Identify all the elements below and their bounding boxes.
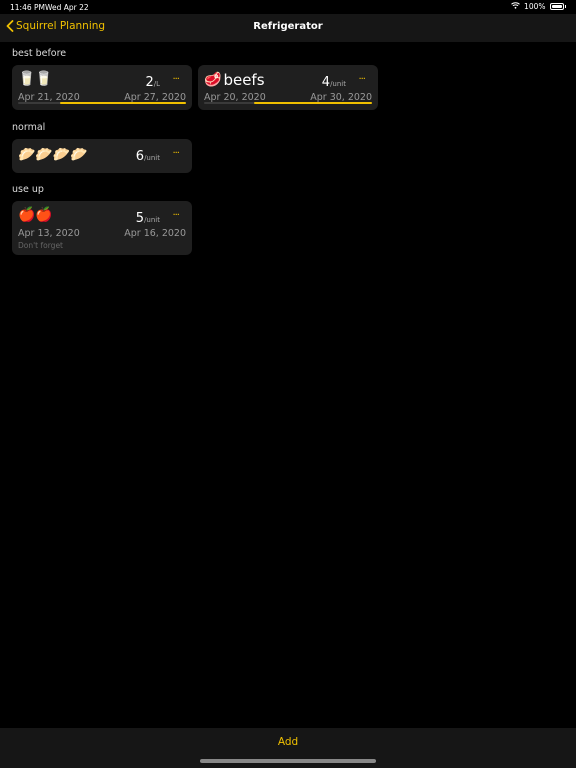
- quantity-unit: /unit: [144, 154, 160, 162]
- add-button[interactable]: Add: [0, 736, 576, 748]
- item-emoji: 🥩: [204, 72, 222, 88]
- quantity-unit: /unit: [330, 80, 346, 88]
- more-button[interactable]: ···: [172, 148, 179, 159]
- start-date: Apr 13, 2020: [18, 228, 80, 239]
- apple-icon: 🍎🍎: [18, 207, 53, 223]
- item-quantity: 2/L: [145, 75, 160, 90]
- nav-bar: Squirrel Planning Refrigerator: [0, 14, 576, 42]
- status-date: Wed Apr 22: [45, 3, 89, 12]
- item-card-milk[interactable]: 🥛🥛 2/L ··· Apr 21, 2020 Apr 27, 2020: [12, 65, 192, 110]
- milk-icon: 🥛🥛: [18, 71, 53, 87]
- quantity-value: 2: [145, 75, 154, 90]
- item-card-dumplings[interactable]: 🥟🥟🥟🥟 6/unit ···: [12, 139, 192, 173]
- expiry-progress-track: [204, 102, 372, 104]
- more-button[interactable]: ···: [172, 74, 179, 85]
- battery-percent: 100%: [524, 2, 546, 11]
- section-label-use-up: use up: [12, 184, 44, 195]
- expiry-progress-fill: [60, 102, 186, 104]
- item-note: Don't forget: [18, 241, 63, 250]
- meat-icon: 🥩 beefs: [204, 71, 265, 89]
- status-time: 11:46 PM: [10, 3, 45, 12]
- expiry-progress-track: [18, 102, 186, 104]
- quantity-value: 6: [135, 149, 145, 164]
- expiry-progress-fill: [254, 102, 372, 104]
- item-quantity: 4/unit: [322, 75, 346, 90]
- dumpling-icon: 🥟🥟🥟🥟: [18, 147, 88, 163]
- item-card-apples[interactable]: 🍎🍎 5/unit ··· Apr 13, 2020 Apr 16, 2020 …: [12, 201, 192, 255]
- quantity-unit: /L: [153, 80, 160, 88]
- more-button[interactable]: ···: [172, 210, 179, 221]
- status-bar: 11:46 PM Wed Apr 22 100%: [0, 0, 576, 14]
- wifi-icon: [511, 2, 520, 11]
- item-card-beefs[interactable]: 🥩 beefs 4/unit ··· Apr 20, 2020 Apr 30, …: [198, 65, 378, 110]
- item-emoji: 🥟🥟🥟🥟: [18, 147, 88, 163]
- end-date: Apr 16, 2020: [124, 228, 186, 239]
- home-indicator: [200, 759, 376, 763]
- quantity-value: 4: [321, 75, 331, 90]
- quantity-unit: /unit: [144, 216, 160, 224]
- section-label-best-before: best before: [12, 48, 67, 59]
- more-button[interactable]: ···: [358, 74, 365, 85]
- section-label-normal: normal: [12, 122, 46, 133]
- item-quantity: 6/unit: [136, 149, 160, 164]
- item-quantity: 5/unit: [136, 211, 160, 226]
- page-title: Refrigerator: [253, 21, 323, 32]
- item-emoji: 🥛🥛: [18, 71, 53, 87]
- quantity-value: 5: [135, 211, 145, 226]
- item-emoji: 🍎🍎: [18, 207, 53, 223]
- battery-icon: [549, 3, 564, 10]
- item-name: beefs: [223, 71, 265, 89]
- battery-tip: [564, 5, 566, 8]
- status-indicators: 100%: [511, 2, 566, 11]
